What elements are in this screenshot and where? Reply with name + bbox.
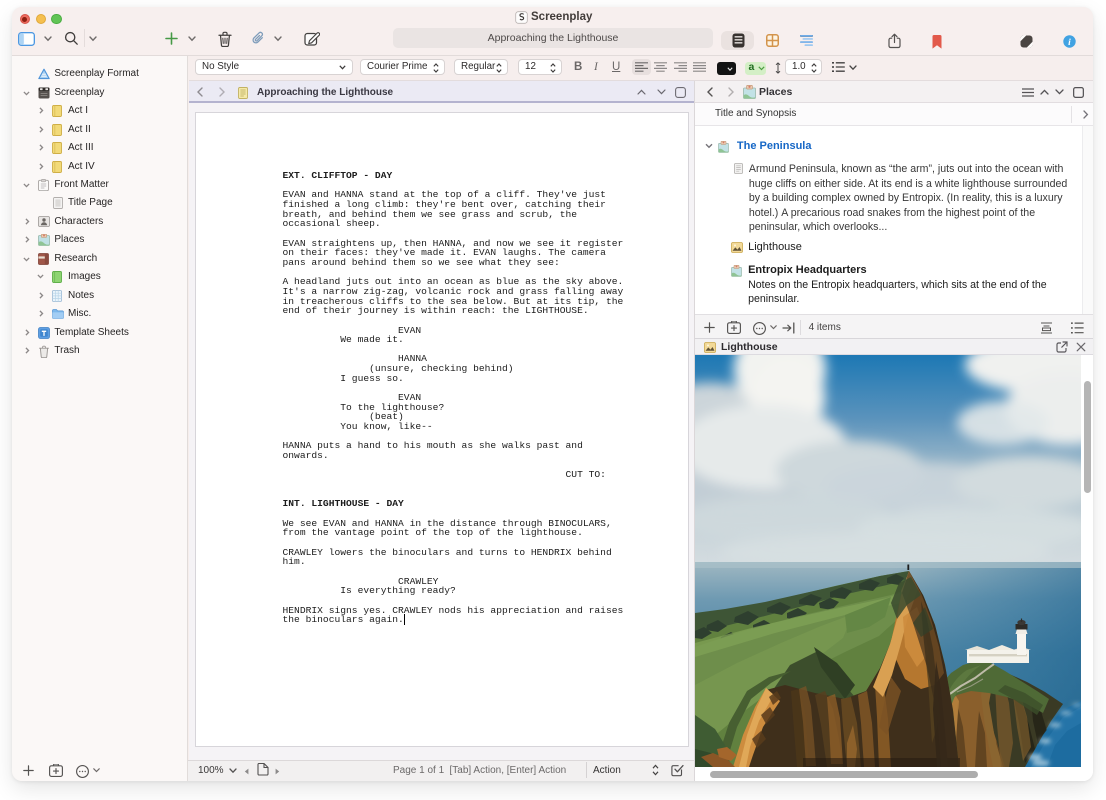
svg-text:i: i [1068, 38, 1071, 48]
